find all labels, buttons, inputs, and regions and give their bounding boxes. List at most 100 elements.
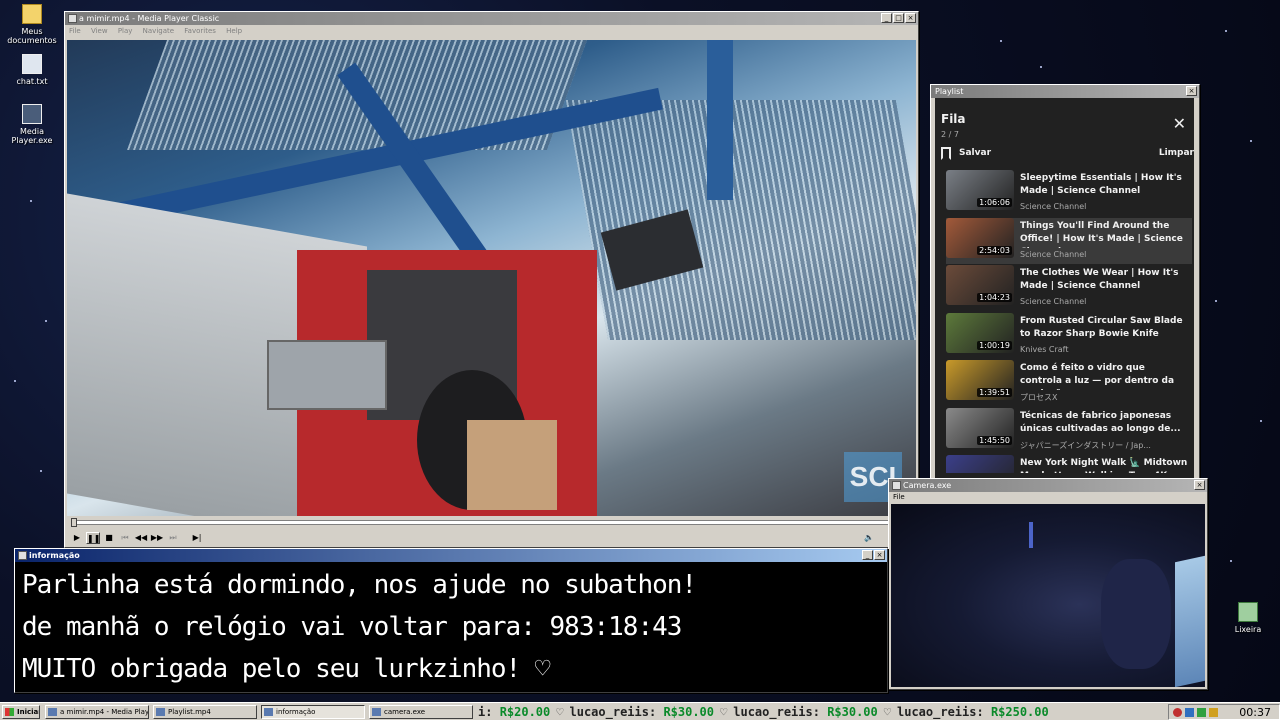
pause-icon[interactable]: ❚❚	[86, 532, 100, 544]
task-camera[interactable]: camera.exe	[369, 705, 473, 719]
queue-item[interactable]: New York Night Walk 🗽 Midtown Manhattan …	[946, 455, 1192, 473]
task-media-player[interactable]: a mimir.mp4 - Media Playe...	[45, 705, 149, 719]
task-label: camera.exe	[384, 708, 426, 716]
desktop-icon-documents[interactable]: Meus documentos	[0, 4, 64, 45]
folder-icon	[22, 4, 42, 24]
camera-titlebar[interactable]: Camera.exe ×	[889, 479, 1207, 492]
bookmark-icon	[941, 146, 951, 160]
volume-icon[interactable]: 🔈	[862, 532, 876, 544]
maximize-button[interactable]: □	[893, 13, 904, 23]
desktop-icon-label: Meus documentos	[7, 27, 57, 45]
close-button[interactable]: ×	[1186, 86, 1197, 96]
menu-view[interactable]: View	[91, 27, 108, 35]
duration-badge: 1:45:50	[977, 435, 1012, 445]
queue-item[interactable]: 1:39:51 Como é feito o vidro que controla…	[946, 360, 1192, 406]
video-thumbnail: 1:04:23	[946, 265, 1014, 305]
ticker-amount: R$20.00	[499, 705, 551, 719]
app-icon	[156, 708, 165, 716]
minimize-button[interactable]: _	[862, 550, 873, 560]
queue-item-channel: ジャパニーズインダストリー / Jap...	[1020, 440, 1151, 450]
window-title: a mimir.mp4 - Media Player Classic	[79, 14, 220, 23]
queue-item-channel: Science Channel	[1020, 202, 1087, 211]
play-icon[interactable]: ▶	[70, 532, 84, 544]
queue-item[interactable]: 1:04:23 The Clothes We Wear | How It's Ma…	[946, 265, 1192, 311]
start-label: Iniciar	[17, 708, 40, 716]
desktop-icon-label: Media Player.exe	[11, 127, 53, 145]
ticker-prefix: i:	[478, 705, 500, 719]
menu-file[interactable]: File	[69, 27, 81, 35]
video-thumbnail: 1:06:06	[946, 170, 1014, 210]
save-button[interactable]: Salvar	[941, 146, 991, 160]
video-frame[interactable]: SCI	[67, 40, 916, 516]
recycle-bin-icon	[1238, 602, 1258, 622]
forward-icon[interactable]: ▶▶	[150, 532, 164, 544]
minimize-button[interactable]: _	[881, 13, 892, 23]
camera-window[interactable]: Camera.exe × File	[888, 478, 1208, 690]
queue-item-title: Sleepytime Essentials | How It's Made | …	[1020, 173, 1182, 196]
task-playlist[interactable]: Playlist.mp4	[153, 705, 257, 719]
queue-item[interactable]: 1:00:19 From Rusted Circular Saw Blade to…	[946, 312, 1192, 359]
task-label: Playlist.mp4	[168, 708, 211, 716]
menu-favorites[interactable]: Favorites	[184, 27, 216, 35]
camera-feed	[891, 504, 1205, 687]
info-titlebar[interactable]: informação _ ×	[15, 549, 887, 562]
window-title: informação	[29, 551, 80, 560]
close-button[interactable]: ×	[874, 550, 885, 560]
queue-item-channel: Science Channel	[1020, 297, 1087, 306]
stop-icon[interactable]: ■	[102, 532, 116, 544]
save-label: Salvar	[959, 148, 992, 158]
queue-item[interactable]: 2:54:03 Things You'll Find Around the Off…	[946, 217, 1192, 264]
playlist-titlebar[interactable]: Playlist ×	[931, 85, 1199, 98]
heart-icon: ♡	[556, 705, 564, 719]
ticker-amount: R$250.00	[990, 705, 1049, 719]
desktop-icon-media-player[interactable]: Media Player.exe	[0, 104, 64, 145]
system-tray: 00:37	[1168, 704, 1280, 720]
media-player-icon	[22, 104, 42, 124]
video-thumbnail: 1:00:19	[946, 312, 1014, 353]
desktop-icon-chat[interactable]: chat.txt	[0, 54, 64, 86]
heart-icon: ♡	[720, 705, 728, 719]
desktop-icon-recycle-bin[interactable]: Lixeira	[1216, 602, 1280, 634]
task-informacao[interactable]: informação	[261, 705, 365, 719]
menu-navigate[interactable]: Navigate	[143, 27, 174, 35]
duration-badge: 1:06:06	[977, 198, 1012, 207]
skip-back-icon[interactable]: ⏮	[118, 532, 132, 544]
clear-button[interactable]: Limpar	[1159, 148, 1194, 158]
tray-icon[interactable]	[1209, 708, 1218, 717]
info-line-2: de manhã o relógio vai voltar para: 983:…	[22, 612, 682, 642]
queue-item-title: Things You'll Find Around the Office! | …	[1020, 220, 1183, 248]
close-button[interactable]: ×	[1194, 480, 1205, 490]
seek-handle[interactable]	[71, 518, 77, 527]
skip-forward-icon[interactable]: ⏭	[166, 532, 180, 544]
tray-icon[interactable]	[1185, 708, 1194, 717]
duration-badge: 1:00:19	[977, 340, 1012, 350]
menu-help[interactable]: Help	[226, 27, 242, 35]
start-button[interactable]: Iniciar	[2, 705, 40, 719]
tray-icon[interactable]	[1197, 708, 1206, 717]
rewind-icon[interactable]: ◀◀	[134, 532, 148, 544]
app-icon	[892, 481, 901, 490]
clock: 00:37	[1239, 706, 1271, 719]
ticker-amount: R$30.00	[827, 705, 878, 719]
tray-icon[interactable]	[1173, 708, 1182, 717]
media-player-titlebar[interactable]: a mimir.mp4 - Media Player Classic _ □ ×	[65, 12, 918, 25]
queue-item[interactable]: 1:45:50 Técnicas de fabrico japonesas úni…	[946, 407, 1192, 454]
window-title: Camera.exe	[903, 481, 952, 490]
video-thumbnail: 1:39:51	[946, 360, 1014, 400]
seek-bar[interactable]	[71, 518, 912, 527]
app-icon	[264, 708, 273, 716]
close-queue-icon[interactable]: ✕	[1173, 116, 1186, 132]
ticker-amount: R$30.00	[663, 705, 715, 719]
duration-badge: 1:04:23	[977, 293, 1012, 302]
menu-file[interactable]: File	[893, 493, 905, 501]
queue-item-title: Técnicas de fabrico japonesas únicas cul…	[1020, 410, 1181, 434]
desktop-icon-label: Lixeira	[1234, 625, 1262, 634]
close-button[interactable]: ×	[905, 13, 916, 23]
frame-step-icon[interactable]: ▶|	[190, 532, 204, 544]
queue-item[interactable]: 1:06:06 Sleepytime Essentials | How It's …	[946, 170, 1192, 216]
playback-controls: ▶ ❚❚ ■ ⏮ ◀◀ ▶▶ ⏭ ▶|	[70, 532, 204, 544]
task-label: a mimir.mp4 - Media Playe...	[60, 708, 149, 716]
menu-play[interactable]: Play	[118, 27, 133, 35]
queue-item-channel: Science Channel	[1020, 249, 1087, 259]
app-icon	[48, 708, 57, 716]
